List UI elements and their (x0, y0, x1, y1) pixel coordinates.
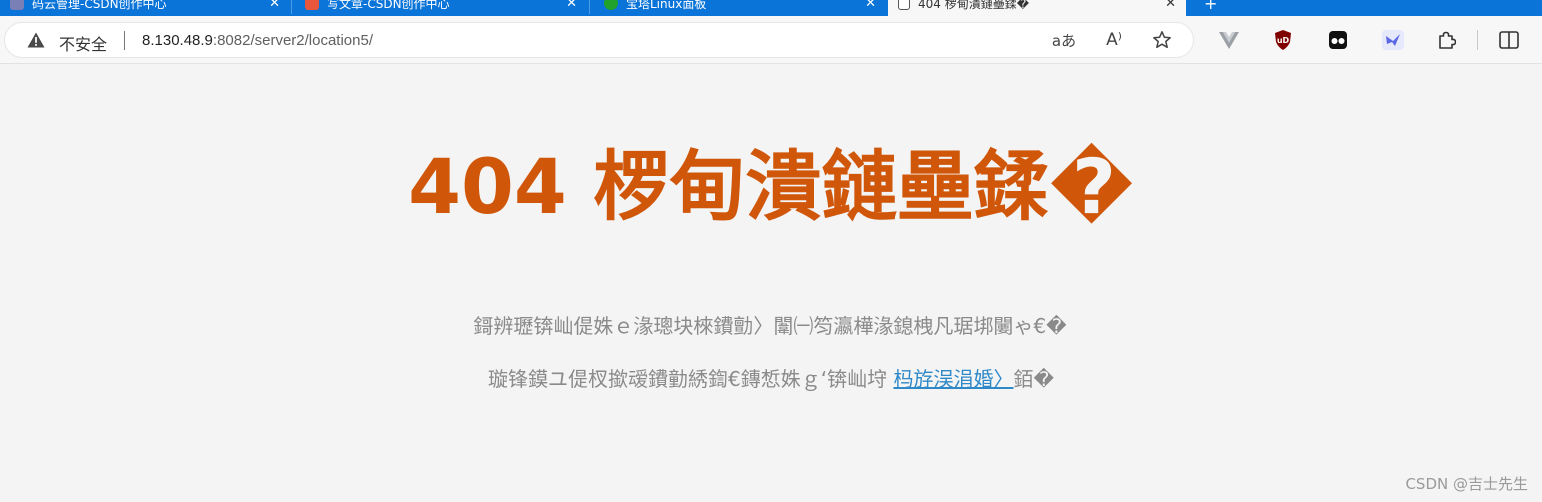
translate-button[interactable]: aあ (1051, 28, 1077, 52)
address-bar[interactable]: 不安全 8.130.48.9:8082/server2/location5/ a… (4, 22, 1194, 58)
url-host: 8.130.48.9 (142, 32, 213, 49)
error-hint-suffix: 銆� (1013, 367, 1054, 391)
tab-3-active[interactable]: 404 椤甸潰鏈壘鍒� ✕ (888, 0, 1186, 16)
toolbar-divider (1477, 30, 1478, 50)
star-icon (1153, 31, 1171, 49)
tab-separator (589, 0, 590, 14)
favorite-button[interactable] (1149, 28, 1175, 52)
vue-devtools-icon (1219, 32, 1239, 49)
read-aloud-icon: A⁾ (1106, 30, 1122, 50)
tab-1[interactable]: 写文章-CSDN创作中心 ✕ (295, 0, 587, 16)
error-hint-text: 璇锋鏌ユ偍杈撳叆鐨勭綉鍧€鏄惁姝ｇ‘锛屾垨 (488, 367, 888, 391)
url-text[interactable]: 8.130.48.9:8082/server2/location5/ (142, 32, 373, 49)
split-screen-button[interactable] (1496, 27, 1522, 53)
security-label[interactable]: 不安全 (59, 31, 107, 55)
bird-icon (1382, 30, 1404, 50)
tab-title: 宝塔Linux面板 (626, 0, 707, 11)
tampermonkey-icon (1329, 31, 1347, 49)
tab-title: 404 椤甸潰鏈壘鍒� (918, 0, 1030, 11)
watermark: CSDN @吉士先生 (1405, 475, 1528, 493)
page-icon (898, 0, 910, 10)
browser-toolbar: 不安全 8.130.48.9:8082/server2/location5/ a… (0, 16, 1542, 64)
error-hint: 璇锋鏌ユ偍杈撳叆鐨勭綉鍧€鏄惁姝ｇ‘锛屾垨 杩斿洖涓婚〉銆� (0, 363, 1542, 392)
page-content: 404 椤甸潰鏈壘鍒� 鎶辨瓑锛屾偍姝ｅ湪璁块棶鐨勯〉闈㈠笉瀛樺湪鎴栧凡琚垹闄ゃ… (0, 64, 1542, 502)
tab-title: 码云管理-CSDN创作中心 (32, 0, 167, 11)
extension-blue-button[interactable] (1380, 27, 1406, 53)
warning-icon[interactable] (27, 32, 45, 48)
translate-icon: aあ (1051, 31, 1077, 50)
close-icon[interactable]: ✕ (269, 0, 280, 11)
tab-2[interactable]: 宝塔Linux面板 ✕ (594, 0, 886, 16)
split-screen-icon (1499, 31, 1519, 49)
home-link[interactable]: 杩斿洖涓婚〉 (893, 367, 1013, 391)
svg-text:uD: uD (1277, 36, 1290, 45)
puzzle-icon (1439, 31, 1456, 49)
error-message: 鎶辨瓑锛屾偍姝ｅ湪璁块棶鐨勯〉闈㈠笉瀛樺湪鎴栧凡琚垹闄ゃ€� (473, 314, 1067, 338)
tab-title: 写文章-CSDN创作中心 (327, 0, 450, 11)
extension-vue-button[interactable] (1216, 27, 1242, 53)
tab-0[interactable]: 码云管理-CSDN创作中心 ✕ (0, 0, 290, 16)
tab-separator (291, 0, 292, 14)
tab-favicon-icon (10, 0, 24, 10)
close-icon[interactable]: ✕ (566, 0, 577, 11)
error-title: 404 椤甸潰鏈壘鍒� (408, 142, 1134, 231)
url-divider (124, 31, 125, 50)
extensions-button[interactable] (1433, 27, 1459, 53)
plus-icon: + (1204, 0, 1218, 13)
ublock-icon: uD (1275, 30, 1291, 50)
tab-favicon-icon (604, 0, 618, 10)
extension-ublock-button[interactable]: uD (1270, 27, 1296, 53)
tab-favicon-icon (305, 0, 319, 10)
url-path: :8082/server2/location5/ (212, 32, 374, 49)
close-icon[interactable]: ✕ (865, 0, 876, 11)
new-tab-button[interactable]: + (1196, 0, 1226, 16)
extension-tampermonkey-button[interactable] (1325, 27, 1351, 53)
close-icon[interactable]: ✕ (1165, 0, 1176, 11)
read-aloud-button[interactable]: A⁾ (1101, 28, 1127, 52)
tab-strip: 码云管理-CSDN创作中心 ✕ 写文章-CSDN创作中心 ✕ 宝塔Linux面板… (0, 0, 1542, 16)
